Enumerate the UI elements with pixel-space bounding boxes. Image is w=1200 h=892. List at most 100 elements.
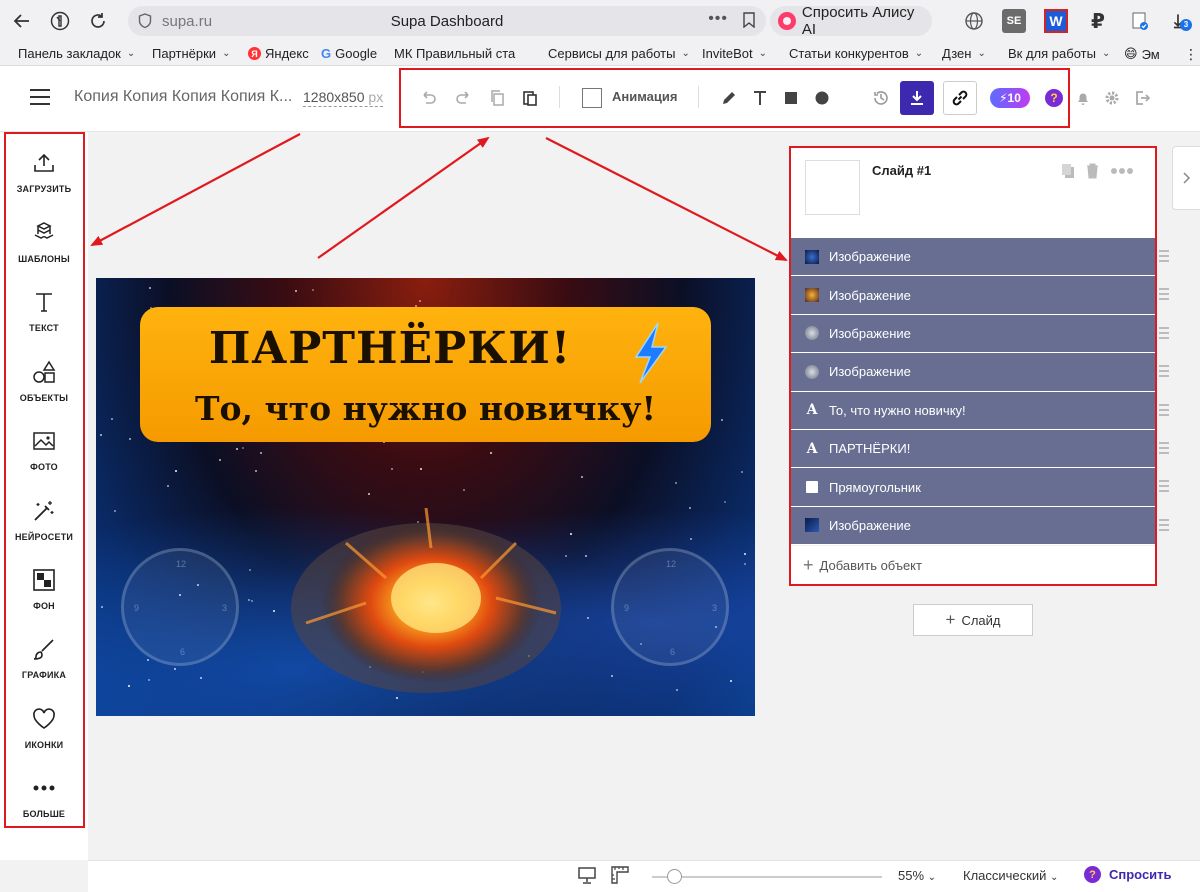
bookmark-item[interactable]: Панель закладок ⌄ — [18, 46, 135, 61]
document-size[interactable]: 1280x850 px — [303, 89, 384, 107]
star — [129, 438, 131, 440]
zoom-level[interactable]: 55% ⌄ — [898, 868, 936, 883]
drag-handle-icon[interactable] — [1159, 326, 1169, 339]
se-extension-icon[interactable]: SE — [1002, 9, 1026, 33]
logout-icon[interactable] — [1133, 89, 1151, 107]
bookmark-item[interactable]: 😄 Эм — [1124, 46, 1160, 62]
bookmark-icon[interactable] — [742, 12, 756, 28]
globe-extension-icon[interactable] — [962, 9, 986, 33]
drag-handle-icon[interactable] — [1159, 250, 1169, 262]
drag-handle-icon[interactable] — [1159, 365, 1169, 377]
zoom-slider-track[interactable] — [652, 876, 882, 878]
rectangle-tool-icon[interactable] — [782, 89, 800, 107]
download-extension-icon[interactable]: ⤓ 3 — [1166, 9, 1193, 33]
more-icon[interactable]: ••• — [708, 10, 728, 28]
ruble-extension-icon[interactable]: ₽ — [1086, 9, 1110, 33]
ask-button[interactable]: ? Спросить — [1084, 866, 1172, 883]
history-icon[interactable] — [872, 89, 890, 107]
zoom-slider-handle[interactable] — [667, 869, 682, 884]
ask-alisa-button[interactable]: Спросить Алису AI — [770, 4, 932, 38]
collapse-panel-button[interactable] — [1172, 146, 1200, 210]
ruler-icon[interactable] — [611, 866, 629, 884]
bookmark-item[interactable]: Статьи конкурентов ⌄ — [789, 46, 923, 61]
presentation-icon[interactable] — [578, 866, 596, 884]
gear-icon[interactable] — [1103, 89, 1121, 107]
more-icon — [31, 775, 57, 801]
bookmark-item[interactable]: Я Яндекс — [248, 46, 309, 61]
sidebar-item-templates[interactable]: ШАБЛОНЫ — [6, 216, 82, 276]
animation-label: Анимация — [612, 89, 678, 104]
sidebar-item-icons[interactable]: ИКОНКИ — [6, 702, 82, 762]
star — [147, 659, 149, 661]
paste-icon[interactable] — [521, 89, 539, 107]
address-bar[interactable]: supa.ru Supa Dashboard ••• — [128, 6, 766, 36]
bookmark-item[interactable]: Партнёрки ⌄ — [152, 46, 230, 61]
drag-handle-icon[interactable] — [1159, 518, 1169, 531]
headline-text[interactable]: ПАРТНЁРКИ! — [140, 323, 640, 374]
sidebar-item-graphics[interactable]: ГРАФИКА — [6, 632, 82, 692]
chevron-down-icon: ⌄ — [126, 48, 136, 59]
link-icon — [952, 90, 968, 106]
sidebar-item-objects[interactable]: ОБЪЕКТЫ — [6, 355, 82, 415]
yandex-home-button[interactable] — [44, 5, 76, 37]
star — [100, 434, 102, 436]
reload-icon — [91, 13, 105, 28]
mode-select[interactable]: Классический ⌄ — [963, 868, 1058, 883]
add-slide-button[interactable]: + Слайд — [913, 604, 1033, 636]
w-extension-icon[interactable]: W — [1044, 9, 1068, 33]
checklist-extension-icon[interactable] — [1128, 9, 1152, 33]
share-link-button[interactable] — [943, 81, 977, 115]
redo-icon[interactable] — [454, 89, 472, 107]
arrow-to-sidebar — [90, 133, 301, 246]
headline-banner[interactable]: ПАРТНЁРКИ! То, что нужно новичку! — [140, 307, 711, 442]
star — [312, 289, 314, 291]
bookmark-item[interactable]: МК Правильный ста — [394, 46, 515, 61]
drag-handle-icon[interactable] — [1159, 403, 1169, 416]
circle-tool-icon[interactable] — [813, 89, 831, 107]
credits-badge[interactable]: ⚡ 10 — [990, 88, 1030, 108]
reload-button[interactable] — [82, 5, 114, 37]
back-button[interactable] — [6, 5, 38, 37]
help-icon[interactable]: ? — [1045, 89, 1063, 107]
bookmark-item[interactable]: G Google — [321, 46, 377, 61]
text-tool-icon[interactable] — [751, 89, 769, 107]
download-button[interactable] — [900, 81, 934, 115]
bookmark-item[interactable]: Сервисы для работы ⌄ — [548, 46, 690, 61]
drag-handle-icon[interactable] — [1159, 442, 1169, 454]
sidebar-item-background[interactable]: ФОН — [6, 563, 82, 623]
star — [114, 510, 116, 512]
templates-icon — [31, 220, 57, 246]
right-clock-image: 12 3 6 9 — [611, 548, 729, 666]
bookmark-item[interactable]: Вк для работы ⌄ — [1008, 46, 1110, 61]
bookmark-item[interactable]: InviteBot ⌄ — [702, 46, 767, 61]
bell-icon[interactable] — [1074, 89, 1092, 107]
download-icon — [911, 91, 923, 105]
background-icon — [31, 567, 57, 593]
sidebar-item-more[interactable]: БОЛЬШЕ — [6, 771, 82, 831]
heart-icon — [31, 706, 57, 732]
star — [587, 617, 589, 619]
star — [741, 471, 743, 473]
drag-handle-icon[interactable] — [1159, 288, 1169, 301]
bookmark-item[interactable]: Дзен ⌄ — [942, 46, 986, 61]
sidebar-item-ai[interactable]: НЕЙРОСЕТИ — [6, 494, 82, 554]
copy-icon[interactable] — [488, 89, 506, 107]
bookmarks-overflow-icon[interactable]: ⋮ — [1184, 46, 1198, 63]
shield-icon — [138, 13, 152, 29]
document-title[interactable]: Копия Копия Копия Копия К... — [74, 88, 292, 106]
subline-text[interactable]: То, что нужно новичку! — [140, 389, 711, 428]
pencil-icon[interactable] — [720, 89, 738, 107]
page-title: Supa Dashboard — [390, 12, 504, 30]
alisa-icon — [778, 12, 796, 30]
star — [242, 447, 244, 449]
animation-checkbox[interactable] — [582, 88, 602, 108]
explosion-image — [291, 507, 561, 693]
sidebar-item-text[interactable]: ТЕКСТ — [6, 285, 82, 345]
star — [295, 290, 297, 292]
sidebar-item-upload[interactable]: ЗАГРУЗИТЬ — [6, 146, 82, 206]
undo-icon[interactable] — [420, 89, 438, 107]
hamburger-menu-icon[interactable] — [30, 89, 50, 105]
drag-handle-icon[interactable] — [1159, 480, 1169, 493]
sidebar-item-photo[interactable]: ФОТО — [6, 424, 82, 484]
design-canvas[interactable]: 12 3 6 9 12 3 6 9 ПАРТНЁРКИ! То, что нужно нов… — [96, 278, 755, 716]
